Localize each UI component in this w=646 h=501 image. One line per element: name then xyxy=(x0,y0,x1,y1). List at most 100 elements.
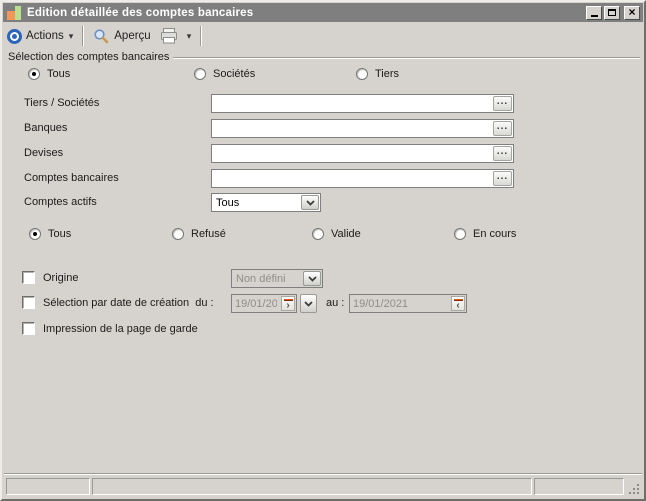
toolbar: Actions ▾ Aperçu ▾ xyxy=(2,23,644,49)
origine-combo[interactable]: Non défini xyxy=(231,269,323,288)
date-from-dropdown-button[interactable] xyxy=(300,294,317,313)
ellipsis-icon: ... xyxy=(497,124,508,130)
field-label-comptes-actifs: Comptes actifs xyxy=(24,196,97,208)
combo-dropdown-button[interactable] xyxy=(301,195,319,210)
preview-label: Aperçu xyxy=(114,30,150,42)
checkbox-box xyxy=(22,322,35,335)
radio-circle xyxy=(29,228,41,240)
browse-button[interactable]: ... xyxy=(493,121,512,136)
toolbar-separator xyxy=(82,26,84,46)
date-to-field: ‹ xyxy=(349,294,467,313)
banques-input[interactable] xyxy=(212,120,492,137)
radio-label: Refusé xyxy=(191,228,226,240)
radio-status-tous[interactable]: Tous xyxy=(29,228,71,240)
comptes-bancaires-field: ... xyxy=(211,169,514,188)
date-picker-next-button[interactable]: › xyxy=(281,296,295,311)
date-filter-checkbox[interactable]: Sélection par date de création du : xyxy=(22,296,214,309)
radio-circle xyxy=(28,68,40,80)
ellipsis-icon: ... xyxy=(497,149,508,155)
devises-input[interactable] xyxy=(212,145,492,162)
actions-label: Actions xyxy=(26,30,64,42)
chevron-down-icon: ▾ xyxy=(69,32,74,40)
statusbar xyxy=(4,473,642,497)
radio-type-tiers[interactable]: Tiers xyxy=(356,68,399,80)
radio-label: Tous xyxy=(48,228,71,240)
radio-type-tous[interactable]: Tous xyxy=(28,68,70,80)
maximize-button[interactable] xyxy=(604,6,620,20)
window-title: Edition détaillée des comptes bancaires xyxy=(27,7,584,19)
radio-status-refuse[interactable]: Refusé xyxy=(172,228,226,240)
radio-label: Valide xyxy=(331,228,361,240)
statusbar-panel xyxy=(534,478,624,495)
magnifier-icon xyxy=(93,28,109,44)
print-options-button[interactable]: ▾ xyxy=(183,30,196,42)
browse-button[interactable]: ... xyxy=(493,171,512,186)
field-label-tiers-societes: Tiers / Sociétés xyxy=(24,97,99,109)
titlebar: Edition détaillée des comptes bancaires … xyxy=(3,3,643,22)
chevron-down-icon xyxy=(304,301,313,307)
checkbox-label: Origine xyxy=(43,272,78,284)
actions-target-icon xyxy=(7,29,22,44)
field-label-devises: Devises xyxy=(24,147,63,159)
combo-dropdown-button[interactable] xyxy=(303,271,321,286)
radio-circle xyxy=(454,228,466,240)
cover-page-checkbox[interactable]: Impression de la page de garde xyxy=(22,322,198,335)
radio-status-en-cours[interactable]: En cours xyxy=(454,228,516,240)
comptes-actifs-combo[interactable]: Tous xyxy=(211,193,321,212)
date-to-label: au : xyxy=(326,297,344,309)
checkbox-box xyxy=(22,296,35,309)
devises-field: ... xyxy=(211,144,514,163)
date-picker-prev-button[interactable]: ‹ xyxy=(451,296,465,311)
date-to-input[interactable] xyxy=(350,295,450,312)
resize-grip-icon xyxy=(627,482,640,495)
arrow-left-icon: ‹ xyxy=(456,301,459,310)
maximize-icon xyxy=(608,9,616,16)
statusbar-panel xyxy=(6,478,90,495)
date-from-field: › xyxy=(231,294,297,313)
checkbox-label: Impression de la page de garde xyxy=(43,323,198,335)
chevron-down-icon: ▾ xyxy=(187,32,192,40)
combo-value: Tous xyxy=(212,194,300,211)
origine-checkbox[interactable]: Origine xyxy=(22,271,78,284)
radio-circle xyxy=(312,228,324,240)
tiers-societes-input[interactable] xyxy=(212,95,492,112)
field-label-banques: Banques xyxy=(24,122,67,134)
radio-type-societes[interactable]: Sociétés xyxy=(194,68,255,80)
radio-label: Tous xyxy=(47,68,70,80)
client-area: Sélection des comptes bancaires Tous Soc… xyxy=(4,49,642,473)
arrow-right-icon: › xyxy=(286,301,289,310)
minimize-button[interactable] xyxy=(586,6,602,20)
app-icon-green-bar xyxy=(15,6,21,20)
section-divider xyxy=(144,57,640,59)
chevron-down-icon xyxy=(308,276,317,282)
checkbox-label: Sélection par date de création du : xyxy=(43,297,214,309)
tiers-societes-field: ... xyxy=(211,94,514,113)
minimize-icon xyxy=(591,15,598,17)
ellipsis-icon: ... xyxy=(497,99,508,105)
close-button[interactable]: × xyxy=(624,6,640,20)
preview-button[interactable]: Aperçu xyxy=(89,26,154,46)
app-icon-orange-bar xyxy=(7,11,15,20)
radio-label: Tiers xyxy=(375,68,399,80)
comptes-bancaires-input[interactable] xyxy=(212,170,492,187)
browse-button[interactable]: ... xyxy=(493,146,512,161)
radio-circle xyxy=(172,228,184,240)
resize-grip[interactable] xyxy=(626,478,640,495)
toolbar-separator xyxy=(200,26,202,46)
ellipsis-icon: ... xyxy=(497,174,508,180)
radio-circle xyxy=(194,68,206,80)
banques-field: ... xyxy=(211,119,514,138)
printer-icon xyxy=(159,28,179,44)
checkbox-box xyxy=(22,271,35,284)
date-from-input[interactable] xyxy=(232,295,280,312)
radio-status-valide[interactable]: Valide xyxy=(312,228,361,240)
actions-menu-button[interactable]: Actions ▾ xyxy=(22,28,77,44)
actions-target-dot xyxy=(12,34,17,39)
statusbar-panel xyxy=(92,478,532,495)
browse-button[interactable]: ... xyxy=(493,96,512,111)
close-icon: × xyxy=(628,7,635,17)
field-label-comptes-bancaires: Comptes bancaires xyxy=(24,172,119,184)
print-button[interactable] xyxy=(155,26,183,46)
app-icon[interactable] xyxy=(6,5,22,21)
dialog-window: Edition détaillée des comptes bancaires … xyxy=(0,0,646,501)
